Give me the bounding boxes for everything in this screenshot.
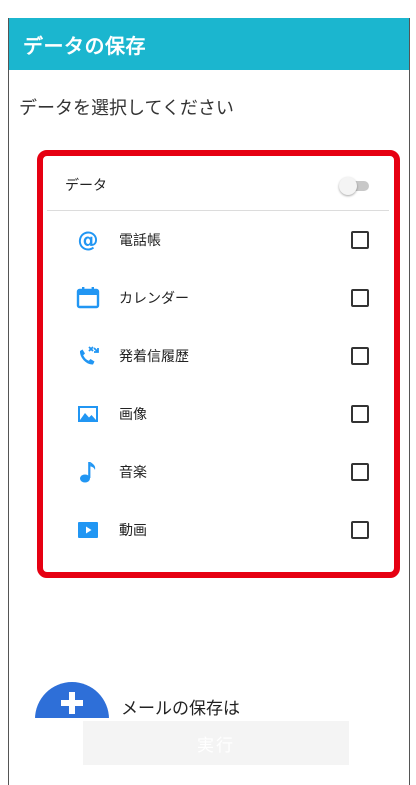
data-type-list: @ 電話帳 カレンダー 発着信履歴 画像 音楽 動画: [47, 211, 389, 559]
list-item-calendar[interactable]: カレンダー: [47, 269, 389, 327]
item-label: 画像: [119, 407, 147, 423]
image-icon: [75, 401, 101, 427]
calendar-checkbox[interactable]: [351, 289, 369, 307]
video-play-icon: [75, 517, 101, 543]
at-sign-icon: @: [75, 227, 101, 253]
call-log-checkbox[interactable]: [351, 347, 369, 365]
screen: データの保存 データを選択してください データ @ 電話帳 カレンダー 発着信履…: [8, 18, 410, 785]
run-button[interactable]: 実行: [83, 721, 349, 765]
video-checkbox[interactable]: [351, 521, 369, 539]
list-item-video[interactable]: 動画: [47, 501, 389, 559]
instruction-text: データを選択してください: [19, 98, 234, 119]
list-item-contacts[interactable]: @ 電話帳: [47, 211, 389, 269]
contacts-checkbox[interactable]: [351, 231, 369, 249]
svg-text:@: @: [78, 228, 99, 252]
item-label: 電話帳: [119, 233, 161, 249]
list-item-images[interactable]: 画像: [47, 385, 389, 443]
calendar-icon: [75, 285, 101, 311]
images-checkbox[interactable]: [351, 405, 369, 423]
app-bar: データの保存: [9, 18, 409, 70]
item-label: 動画: [119, 523, 147, 539]
item-label: 発着信履歴: [119, 349, 189, 365]
toggle-knob: [339, 176, 357, 195]
item-label: 音楽: [119, 465, 147, 481]
data-selection-card: データ @ 電話帳 カレンダー 発着信履歴 画像 音楽 動画: [47, 159, 389, 569]
mail-save-hint: メールの保存は: [121, 699, 240, 719]
run-button-label: 実行: [197, 735, 235, 755]
list-item-call-log[interactable]: 発着信履歴: [47, 327, 389, 385]
plus-icon: [61, 692, 83, 714]
call-log-icon: [75, 343, 101, 369]
select-all-toggle[interactable]: [339, 176, 371, 195]
item-label: カレンダー: [119, 291, 189, 307]
music-note-icon: [75, 459, 101, 485]
data-header-label: データ: [65, 177, 107, 194]
app-bar-title: データの保存: [23, 33, 146, 58]
music-checkbox[interactable]: [351, 463, 369, 481]
data-header-row[interactable]: データ: [47, 159, 389, 211]
list-item-music[interactable]: 音楽: [47, 443, 389, 501]
